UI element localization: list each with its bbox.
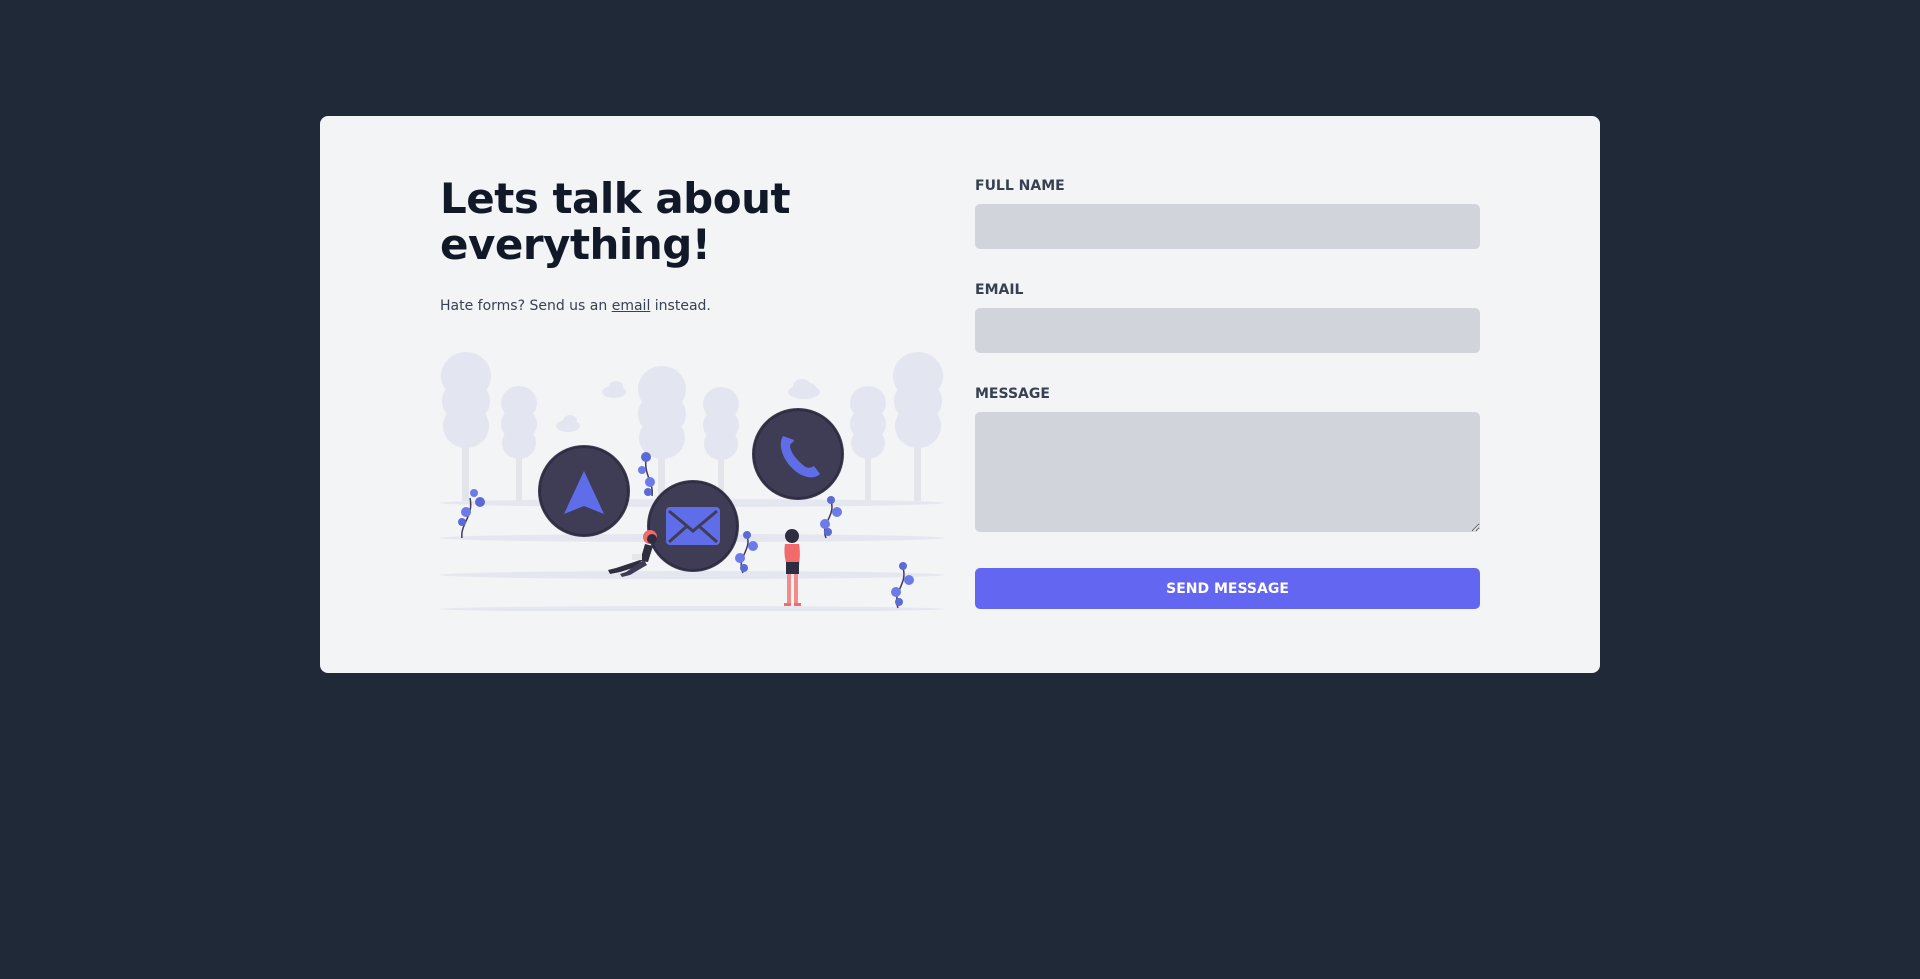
page-title: Lets talk about everything! [440,174,791,269]
full-name-group: FULL NAME [975,178,1480,249]
illustration-graphic [440,352,944,612]
email-input[interactable] [975,308,1480,353]
cloud-icon [788,379,820,399]
message-textarea[interactable] [975,412,1480,532]
subtitle-text-after: instead. [650,298,711,314]
full-name-label: FULL NAME [975,178,1065,194]
navigation-arrow-icon [538,445,630,537]
email-label: EMAIL [975,282,1024,298]
email-group: EMAIL [975,282,1480,353]
contact-form: FULL NAME EMAIL MESSAGE SEND MESSAGE [975,178,1480,609]
contact-illustration [440,346,945,612]
cloud-icon [556,415,580,432]
tree-icon [501,386,537,501]
subtitle-text-before: Hate forms? Send us an [440,298,612,314]
tree-icon [850,386,886,501]
message-group: MESSAGE [975,386,1480,532]
tree-icon [893,352,943,501]
tree-icon [441,352,491,501]
contact-intro: Lets talk about everything! Hate forms? … [440,174,945,315]
send-message-button[interactable]: SEND MESSAGE [975,568,1480,609]
full-name-input[interactable] [975,204,1480,249]
message-label: MESSAGE [975,386,1050,402]
plant-icon [891,562,914,609]
contact-card: Lets talk about everything! Hate forms? … [320,116,1600,673]
envelope-icon [647,480,739,572]
subtitle: Hate forms? Send us an email instead. [440,298,945,314]
email-link[interactable]: email [612,298,651,314]
cloud-icon [602,381,626,398]
phone-icon [752,408,844,500]
plant-icon [638,452,655,497]
